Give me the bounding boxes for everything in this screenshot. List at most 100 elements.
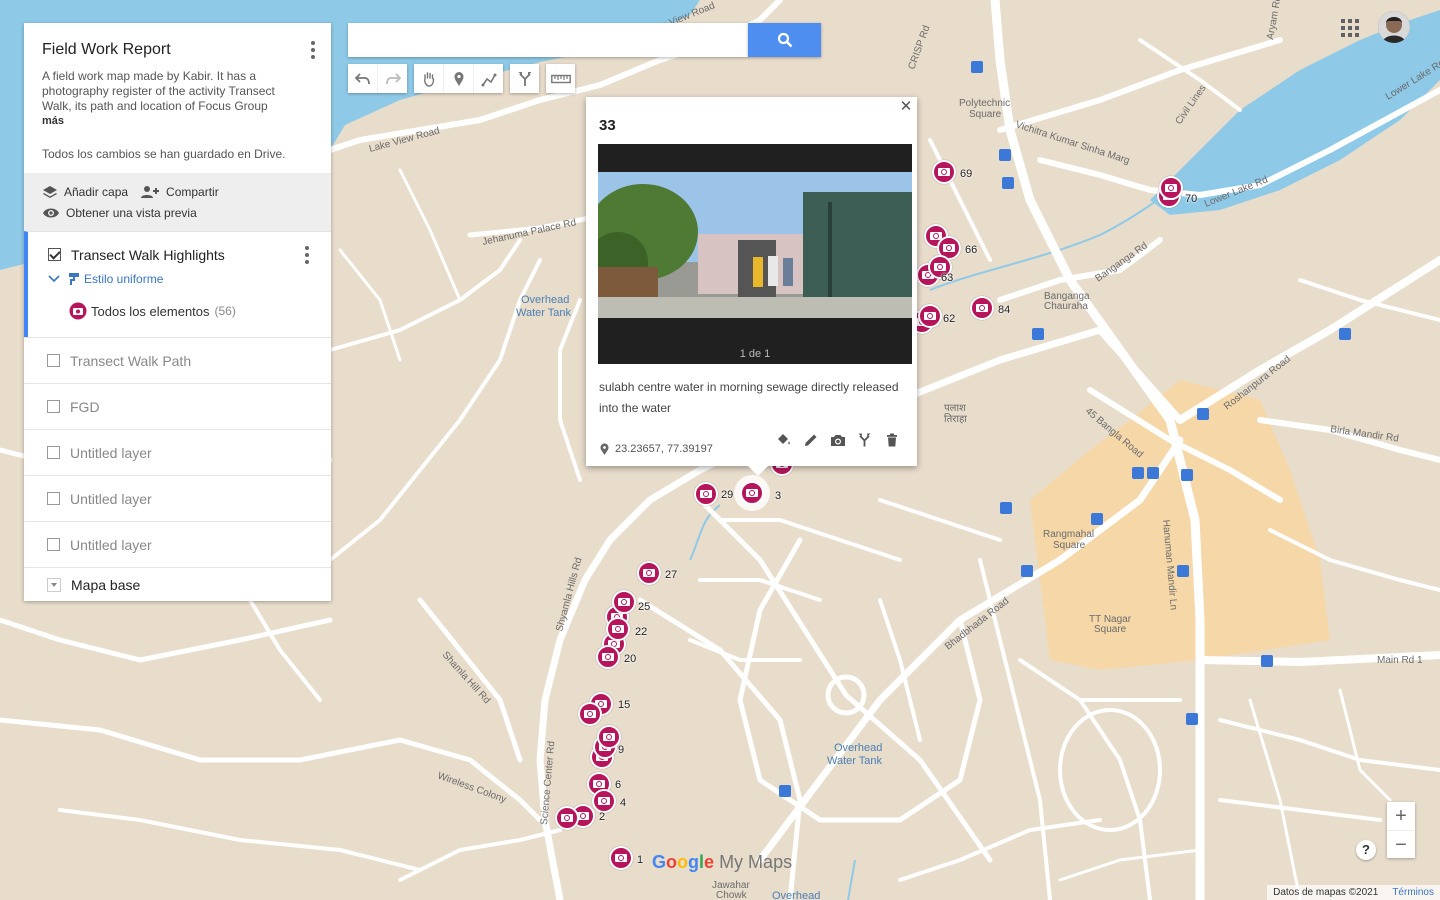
layer-visibility-checkbox[interactable]: [47, 492, 60, 505]
avatar[interactable]: [1378, 11, 1410, 43]
label-banganga-b: Chauraha: [1044, 301, 1088, 312]
delete-button[interactable]: [878, 431, 905, 449]
photo-marker[interactable]: [596, 645, 620, 669]
photo-marker[interactable]: [637, 561, 661, 585]
undo-button[interactable]: [348, 64, 377, 93]
help-button[interactable]: ?: [1356, 840, 1376, 860]
marker-label: 3: [775, 490, 782, 502]
zoom-in-button[interactable]: +: [1387, 802, 1415, 830]
marker-label: 20: [624, 653, 637, 665]
layer-untitled-3[interactable]: Untitled layer: [24, 521, 331, 567]
base-map-row[interactable]: Mapa base: [24, 567, 331, 601]
measure-button[interactable]: [546, 64, 575, 93]
bus-icon: [1132, 467, 1144, 479]
draw-line-button[interactable]: [473, 64, 503, 93]
directions-button[interactable]: [510, 64, 539, 93]
style-button[interactable]: [770, 431, 797, 449]
draw-line-icon: [481, 73, 496, 86]
layer-name[interactable]: Untitled layer: [70, 445, 152, 461]
zoom-out-button[interactable]: −: [1387, 830, 1415, 859]
layer-visibility-checkbox[interactable]: [47, 354, 60, 367]
photo-marker-selected[interactable]: [740, 481, 764, 505]
photo-marker[interactable]: [1159, 176, 1183, 200]
marker-label: 62: [943, 313, 956, 325]
photo-marker[interactable]: [592, 789, 616, 813]
layer-transect-walk-path[interactable]: Transect Walk Path: [24, 337, 331, 383]
pan-tool-button[interactable]: [414, 64, 443, 93]
marker-label: 22: [635, 626, 648, 638]
add-layer-button[interactable]: Añadir capa: [42, 185, 128, 199]
layer-untitled-1[interactable]: Untitled layer: [24, 429, 331, 475]
marker-label: 69: [960, 168, 973, 180]
photo-marker[interactable]: [555, 806, 579, 830]
photo-marker[interactable]: [970, 296, 994, 320]
marker-label: 6: [615, 779, 622, 791]
layer-fgd[interactable]: FGD: [24, 383, 331, 429]
marker-label: 27: [665, 569, 678, 581]
search-button[interactable]: [748, 23, 821, 57]
bus-icon: [779, 785, 791, 797]
edit-button[interactable]: [797, 431, 824, 449]
preview-button[interactable]: Obtener una vista previa: [42, 206, 197, 220]
directions-button[interactable]: [851, 431, 878, 449]
map-description[interactable]: A field work map made by Kabir. It has a…: [42, 69, 292, 114]
layer-name[interactable]: Untitled layer: [70, 491, 152, 507]
paint-roller-icon: [69, 273, 79, 285]
layer-style-row[interactable]: Estilo uniforme: [48, 267, 317, 291]
my-maps-text: My Maps: [719, 852, 793, 872]
bus-icon: [1021, 565, 1033, 577]
search-icon: [777, 32, 792, 48]
dropdown-arrow-icon[interactable]: [47, 577, 61, 592]
photo-marker[interactable]: [918, 304, 942, 328]
add-marker-button[interactable]: [443, 64, 473, 93]
map-options-menu-icon[interactable]: [307, 41, 319, 61]
all-items-row[interactable]: Todos los elementos (56): [69, 299, 317, 323]
layers-icon: [43, 185, 57, 198]
undo-icon: [354, 72, 370, 84]
layer-transect-walk-highlights[interactable]: Transect Walk Highlights Estilo uniforme…: [24, 231, 331, 337]
chevron-down-icon[interactable]: [48, 275, 60, 283]
panel-header: Field Work Report A field work map made …: [24, 23, 331, 173]
layer-options-menu-icon[interactable]: [301, 246, 313, 266]
marker-label: 63: [941, 272, 954, 284]
google-my-maps-logo: Google My Maps: [652, 852, 793, 872]
pencil-icon: [804, 434, 816, 446]
layer-visibility-checkbox[interactable]: [47, 400, 60, 413]
photo-marker[interactable]: [612, 590, 636, 614]
photo-marker[interactable]: [694, 482, 718, 506]
feature-photo-viewer[interactable]: 1 de 1: [598, 144, 912, 364]
bus-icon: [1197, 408, 1209, 420]
bus-icon: [1000, 502, 1012, 514]
marker-label: 29: [721, 489, 734, 501]
photo-marker[interactable]: [932, 160, 956, 184]
photo-marker[interactable]: [609, 846, 633, 870]
style-label[interactable]: Estilo uniforme: [84, 272, 163, 286]
photo-marker[interactable]: [606, 617, 630, 641]
layer-visibility-checkbox[interactable]: [47, 538, 60, 551]
redo-button[interactable]: [377, 64, 407, 93]
share-button[interactable]: Compartir: [140, 185, 219, 199]
terms-link[interactable]: Términos: [1392, 887, 1434, 898]
layer-name[interactable]: FGD: [70, 399, 100, 415]
layer-name[interactable]: Untitled layer: [70, 537, 152, 553]
search-input[interactable]: [348, 23, 748, 57]
add-photo-button[interactable]: [824, 431, 851, 449]
layer-visibility-checkbox[interactable]: [47, 446, 60, 459]
marker-label: 15: [618, 699, 631, 711]
layer-untitled-2[interactable]: Untitled layer: [24, 475, 331, 521]
layer-visibility-checkbox[interactable]: [48, 248, 61, 261]
zoom-controls: + −: [1387, 802, 1415, 858]
map-title[interactable]: Field Work Report: [42, 41, 313, 59]
marker-label: 66: [965, 244, 978, 256]
more-link[interactable]: más: [42, 115, 313, 127]
layer-name[interactable]: Transect Walk Highlights: [71, 247, 225, 263]
paint-bucket-icon: [777, 433, 790, 444]
google-apps-icon[interactable]: [1341, 19, 1359, 37]
camera-icon: [830, 435, 845, 446]
feature-coordinates: 23.23657, 77.39197: [600, 443, 713, 455]
trash-icon: [886, 433, 897, 447]
ruler-icon: [550, 74, 571, 83]
layer-name[interactable]: Transect Walk Path: [70, 353, 191, 369]
photo-marker[interactable]: [578, 702, 602, 726]
close-icon[interactable]: ✕: [899, 99, 913, 114]
